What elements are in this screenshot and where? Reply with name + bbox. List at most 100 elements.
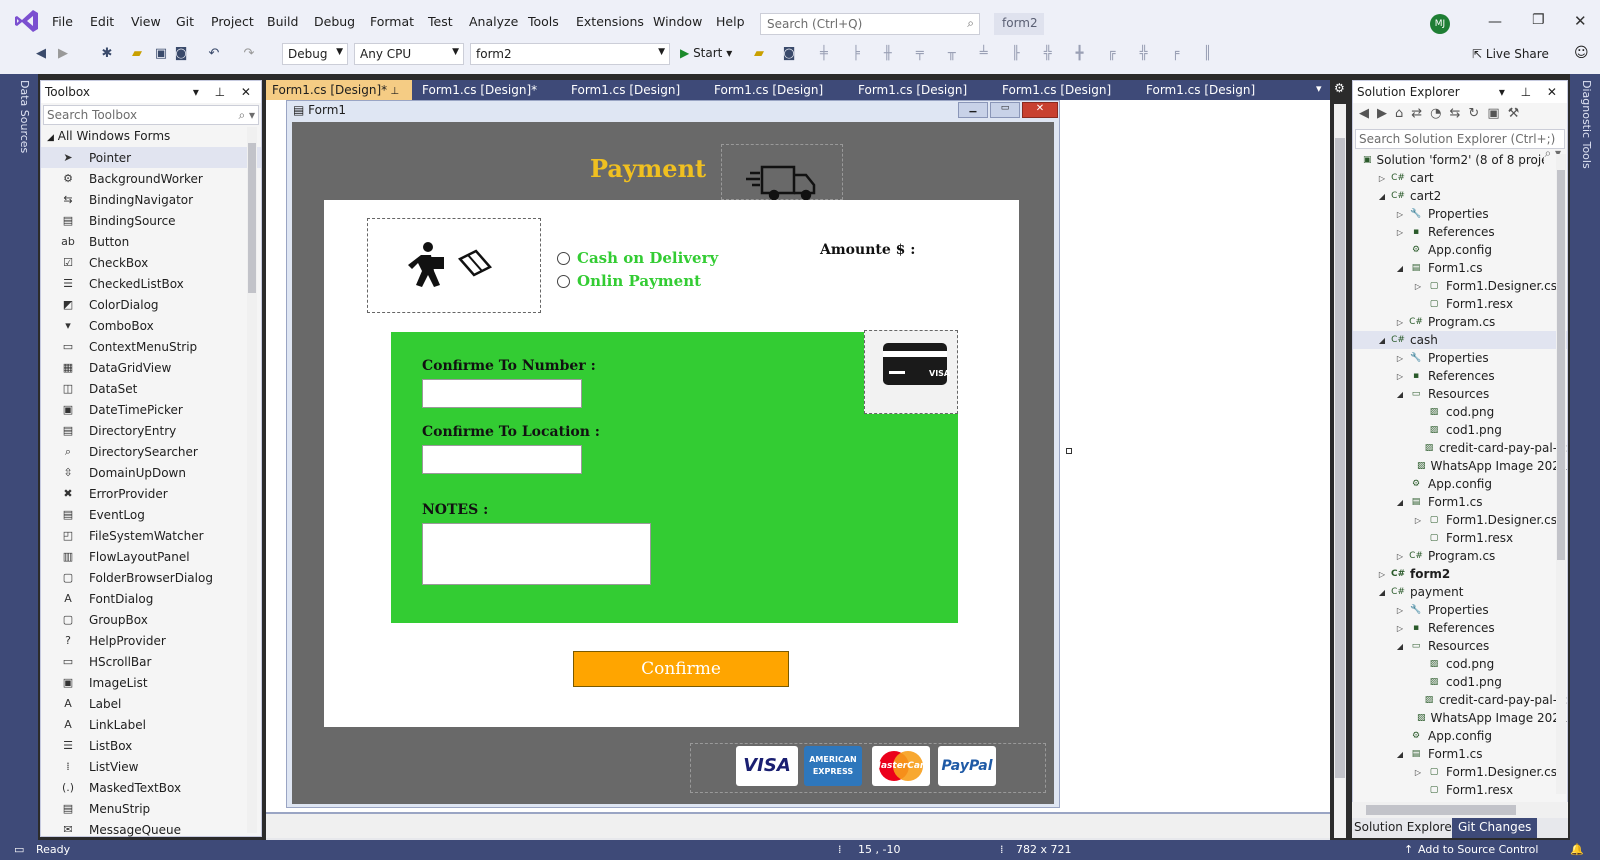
solution-item-form1-resx[interactable]: ▢ Form1.resx: [1353, 781, 1567, 799]
toolbox-item-datagridview[interactable]: ▦ DataGridView: [41, 357, 261, 378]
solution-item-references[interactable]: ▷ ▪ References: [1353, 367, 1567, 385]
toolbox-browse-icon[interactable]: ▰: [750, 45, 768, 63]
toolbox-item-listview[interactable]: ⁞ ListView: [41, 756, 261, 777]
online-payment-radio[interactable]: [557, 275, 570, 288]
confirm-button[interactable]: Confirme: [573, 651, 789, 687]
screenshot-icon[interactable]: ◙: [780, 45, 798, 63]
switch-views-icon[interactable]: ⇄: [1411, 106, 1430, 121]
home-icon[interactable]: ⌂: [1395, 106, 1411, 121]
collapse-icon[interactable]: ◢: [1395, 642, 1405, 651]
toolbox-item-dataset[interactable]: ◫ DataSet: [41, 378, 261, 399]
forward-icon[interactable]: ▶: [1377, 106, 1395, 121]
menu-git[interactable]: Git: [176, 14, 194, 29]
menu-test[interactable]: Test: [428, 14, 453, 29]
expand-icon[interactable]: ▷: [1377, 174, 1387, 183]
toolbox-item-eventlog[interactable]: ▤ EventLog: [41, 504, 261, 525]
toolbox-item-messagequeue[interactable]: ✉ MessageQueue: [41, 819, 261, 840]
expand-icon[interactable]: ▷: [1395, 354, 1405, 363]
scrollbar-thumb[interactable]: [1366, 805, 1516, 815]
toolbox-item-folderbrowserdialog[interactable]: ▢ FolderBrowserDialog: [41, 567, 261, 588]
toolbox-item-directorysearcher[interactable]: ⌕ DirectorySearcher: [41, 441, 261, 462]
toolbox-item-button[interactable]: ab Button: [41, 231, 261, 252]
start-button[interactable]: ▶ Start ▾: [680, 46, 732, 60]
solution-search-input[interactable]: Search Solution Explorer (Ctrl+;) ⌕ ▾: [1355, 129, 1565, 160]
back-icon[interactable]: ◀: [1359, 106, 1377, 121]
solution-item-properties[interactable]: ▷ 🔧 Properties: [1353, 205, 1567, 223]
toolbox-item-domainupdown[interactable]: ⇳ DomainUpDown: [41, 462, 261, 483]
online-payment-label[interactable]: Onlin Payment: [577, 272, 701, 290]
avatar[interactable]: MJ: [1430, 14, 1450, 34]
menu-file[interactable]: File: [52, 14, 73, 29]
platform-select[interactable]: Any CPU ▼: [354, 43, 464, 65]
wrench-icon[interactable]: ⚒: [1508, 106, 1528, 121]
toolbox-item-groupbox[interactable]: ▢ GroupBox: [41, 609, 261, 630]
solution-item-program-cs[interactable]: ▷ C# Program.cs: [1353, 547, 1567, 565]
solution-item-form1-designer-cs[interactable]: ▷ ▢ Form1.Designer.cs: [1353, 277, 1567, 295]
solution-item-payment[interactable]: ◢ C# payment: [1353, 583, 1567, 601]
solution-item-form1-resx[interactable]: ▢ Form1.resx: [1353, 295, 1567, 313]
toolbox-item-helpprovider[interactable]: ? HelpProvider: [41, 630, 261, 651]
data-sources-tab[interactable]: Data Sources: [18, 80, 31, 153]
menu-window[interactable]: Window: [653, 14, 702, 29]
solution-item-cart[interactable]: ▷ C# cart: [1353, 169, 1567, 187]
save-all-icon[interactable]: ◙: [172, 45, 190, 63]
solution-item-credit-card-pay-pal-ic[interactable]: ▨ credit-card-pay-pal-ic: [1353, 439, 1567, 457]
toolbox-item-errorprovider[interactable]: ✖ ErrorProvider: [41, 483, 261, 504]
panel-controls-icon[interactable]: ▾ ⊥ ✕: [1499, 85, 1563, 99]
toolbox-item-checkbox[interactable]: ☑ CheckBox: [41, 252, 261, 273]
menu-edit[interactable]: Edit: [90, 14, 114, 29]
panel-controls-icon[interactable]: ▾ ⊥ ✕: [193, 85, 257, 99]
solution-item-properties[interactable]: ▷ 🔧 Properties: [1353, 349, 1567, 367]
collapse-icon[interactable]: ◢: [1395, 264, 1405, 273]
resize-handle[interactable]: [1066, 448, 1072, 454]
pending-changes-icon[interactable]: ◔: [1430, 106, 1449, 121]
menu-help[interactable]: Help: [716, 14, 745, 29]
toolbox-item-maskedtextbox[interactable]: (.) MaskedTextBox: [41, 777, 261, 798]
designer-vscrollbar[interactable]: [1334, 104, 1346, 838]
toolbox-item-bindingnavigator[interactable]: ⇆ BindingNavigator: [41, 189, 261, 210]
open-icon[interactable]: ▰: [128, 45, 146, 63]
toolbox-item-datetimepicker[interactable]: ▣ DateTimePicker: [41, 399, 261, 420]
expand-icon[interactable]: ▷: [1395, 552, 1405, 561]
toolbox-item-linklabel[interactable]: A LinkLabel: [41, 714, 261, 735]
save-icon[interactable]: ▣: [152, 45, 170, 63]
menu-view[interactable]: View: [131, 14, 161, 29]
toolbox-item-pointer[interactable]: ➤ Pointer: [41, 147, 261, 168]
solution-item-cod-png[interactable]: ▨ cod.png: [1353, 655, 1567, 673]
tab-form1-design-6[interactable]: Form1.cs [Design]: [996, 80, 1135, 100]
tab-settings-icon[interactable]: ⚙: [1334, 81, 1345, 95]
solution-item-form1-designer-cs[interactable]: ▷ ▢ Form1.Designer.cs: [1353, 511, 1567, 529]
minimize-icon[interactable]: —: [1488, 14, 1502, 30]
collapse-icon[interactable]: ◢: [1377, 192, 1387, 201]
solution-item-whatsapp-image-2021[interactable]: ▨ WhatsApp Image 2021: [1353, 709, 1567, 727]
solution-item-credit-card-pay-pal-ic[interactable]: ▨ credit-card-pay-pal-ic: [1353, 691, 1567, 709]
menu-analyze[interactable]: Analyze: [469, 14, 518, 29]
menu-tools[interactable]: Tools: [528, 14, 559, 29]
toolbox-item-flowlayoutpanel[interactable]: ▥ FlowLayoutPanel: [41, 546, 261, 567]
solution-item-cart2[interactable]: ◢ C# cart2: [1353, 187, 1567, 205]
solution-item-resources[interactable]: ◢ ▭ Resources: [1353, 637, 1567, 655]
toolbox-item-backgroundworker[interactable]: ⚙ BackgroundWorker: [41, 168, 261, 189]
expand-icon[interactable]: ▷: [1413, 768, 1423, 777]
scrollbar-thumb[interactable]: [1557, 170, 1565, 560]
solution-item-form1-cs[interactable]: ◢ ▤ Form1.cs: [1353, 493, 1567, 511]
collapse-icon[interactable]: ◢: [1377, 588, 1387, 597]
tab-form1-design-2[interactable]: Form1.cs [Design]*: [416, 80, 560, 100]
cash-on-delivery-radio[interactable]: [557, 252, 570, 265]
startup-project-select[interactable]: form2 ▼: [470, 43, 670, 65]
tab-form1-design-7[interactable]: Form1.cs [Design]: [1140, 80, 1284, 100]
form-close-button[interactable]: ✕: [1022, 102, 1058, 118]
form-minimize-button[interactable]: ▁: [958, 102, 988, 118]
delivery-truck-picture[interactable]: [721, 144, 843, 201]
solution-item-form1-cs[interactable]: ◢ ▤ Form1.cs: [1353, 745, 1567, 763]
menu-format[interactable]: Format: [370, 14, 414, 29]
cash-on-delivery-label[interactable]: Cash on Delivery: [577, 249, 718, 267]
feedback-icon[interactable]: ☺: [1574, 45, 1589, 61]
solution-item-references[interactable]: ▷ ▪ References: [1353, 223, 1567, 241]
collapse-icon[interactable]: ◢: [1395, 750, 1405, 759]
solution-item-app-config[interactable]: ⚙ App.config: [1353, 475, 1567, 493]
solution-item-references[interactable]: ▷ ▪ References: [1353, 619, 1567, 637]
tab-overflow-icon[interactable]: ▾: [1316, 82, 1322, 95]
toolbox-item-directoryentry[interactable]: ▤ DirectoryEntry: [41, 420, 261, 441]
refresh-icon[interactable]: ↻: [1468, 106, 1487, 121]
